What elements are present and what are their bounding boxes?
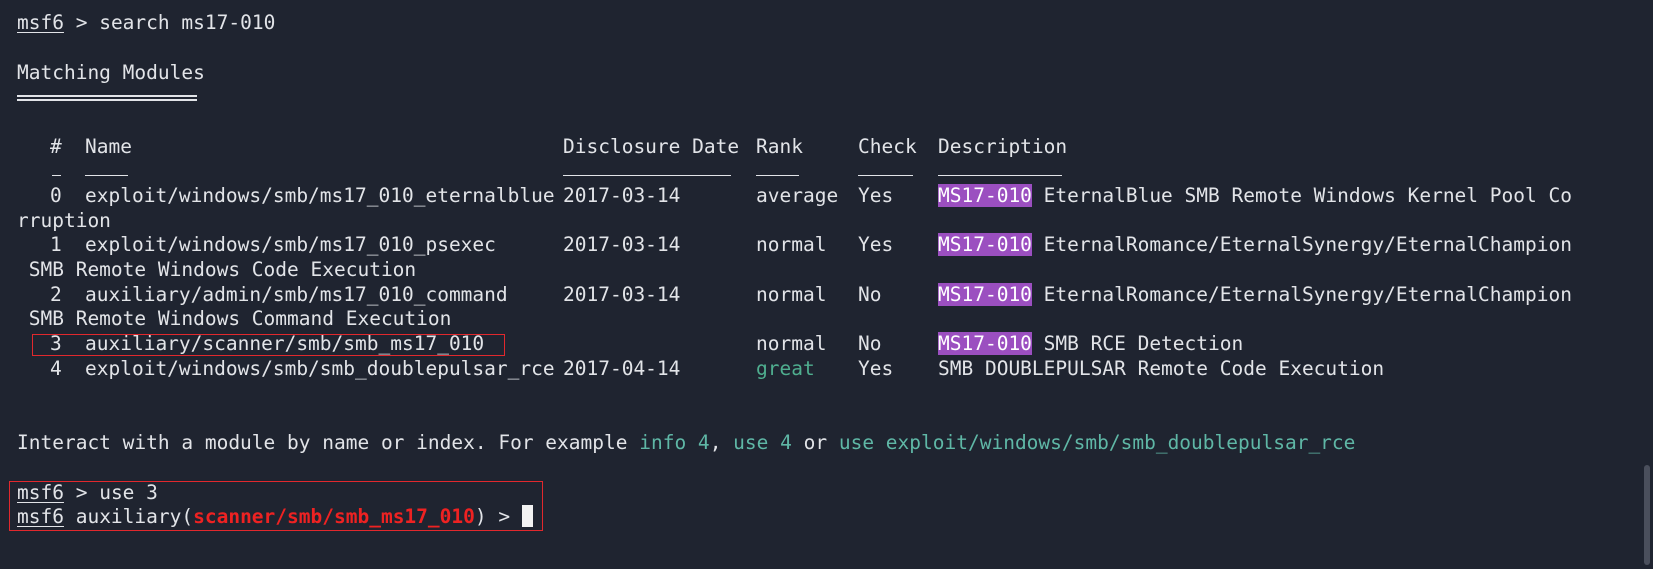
row-wrap: SMB Remote Windows Code Execution — [17, 258, 417, 281]
table-row[interactable]: 4 exploit/windows/smb/smb_doublepulsar_r… — [17, 356, 1617, 382]
annotation-box-row — [32, 334, 505, 356]
module-name: exploit/windows/smb/ms17_010_psexec — [85, 233, 496, 256]
header-rank: Rank — [756, 135, 803, 158]
ms17-010-highlight: MS17-010 — [938, 283, 1032, 306]
module-name: exploit/windows/smb/smb_doublepulsar_rce — [85, 357, 555, 380]
row-wrap: SMB Remote Windows Command Execution — [17, 307, 452, 330]
ms17-010-highlight: MS17-010 — [938, 332, 1032, 355]
annotation-box-prompt — [9, 481, 543, 531]
module-name: exploit/windows/smb/ms17_010_eternalblue — [85, 184, 555, 207]
ms17-010-highlight: MS17-010 — [938, 233, 1032, 256]
scrollbar[interactable] — [1644, 465, 1650, 565]
table-row[interactable]: 0 exploit/windows/smb/ms17_010_eternalbl… — [17, 183, 1617, 209]
terminal-window[interactable]: msf6 > search ms17-010 Matching Modules … — [0, 0, 1653, 569]
section-title: Matching Modules — [17, 61, 205, 84]
interact-hint: Interact with a module by name or index.… — [17, 431, 1356, 454]
info-link: info 4 — [639, 431, 710, 454]
module-name: auxiliary/admin/smb/ms17_010_command — [85, 283, 508, 306]
table-row[interactable]: 1 exploit/windows/smb/ms17_010_psexec 20… — [17, 232, 1617, 258]
header-check: Check — [858, 135, 917, 158]
title-underline — [17, 95, 197, 101]
prompt-name: msf6 — [17, 11, 64, 34]
table-row[interactable]: 2 auxiliary/admin/smb/ms17_010_command 2… — [17, 282, 1617, 308]
command-text: search ms17-010 — [99, 11, 276, 34]
rank-great: great — [756, 357, 815, 380]
row-wrap: rruption — [17, 209, 111, 232]
header-name: Name — [85, 135, 132, 158]
use-path-link: use exploit/windows/smb/smb_doublepulsar… — [838, 431, 1356, 454]
header-desc: Description — [938, 135, 1068, 158]
command-line-search: msf6 > search ms17-010 — [17, 11, 276, 34]
use-index-link: use 4 — [733, 431, 792, 454]
header-num: # — [50, 135, 62, 158]
header-date: Disclosure Date — [563, 135, 740, 158]
ms17-010-highlight: MS17-010 — [938, 184, 1032, 207]
table-header: # Name Disclosure Date Rank Check Descri… — [17, 134, 1617, 160]
